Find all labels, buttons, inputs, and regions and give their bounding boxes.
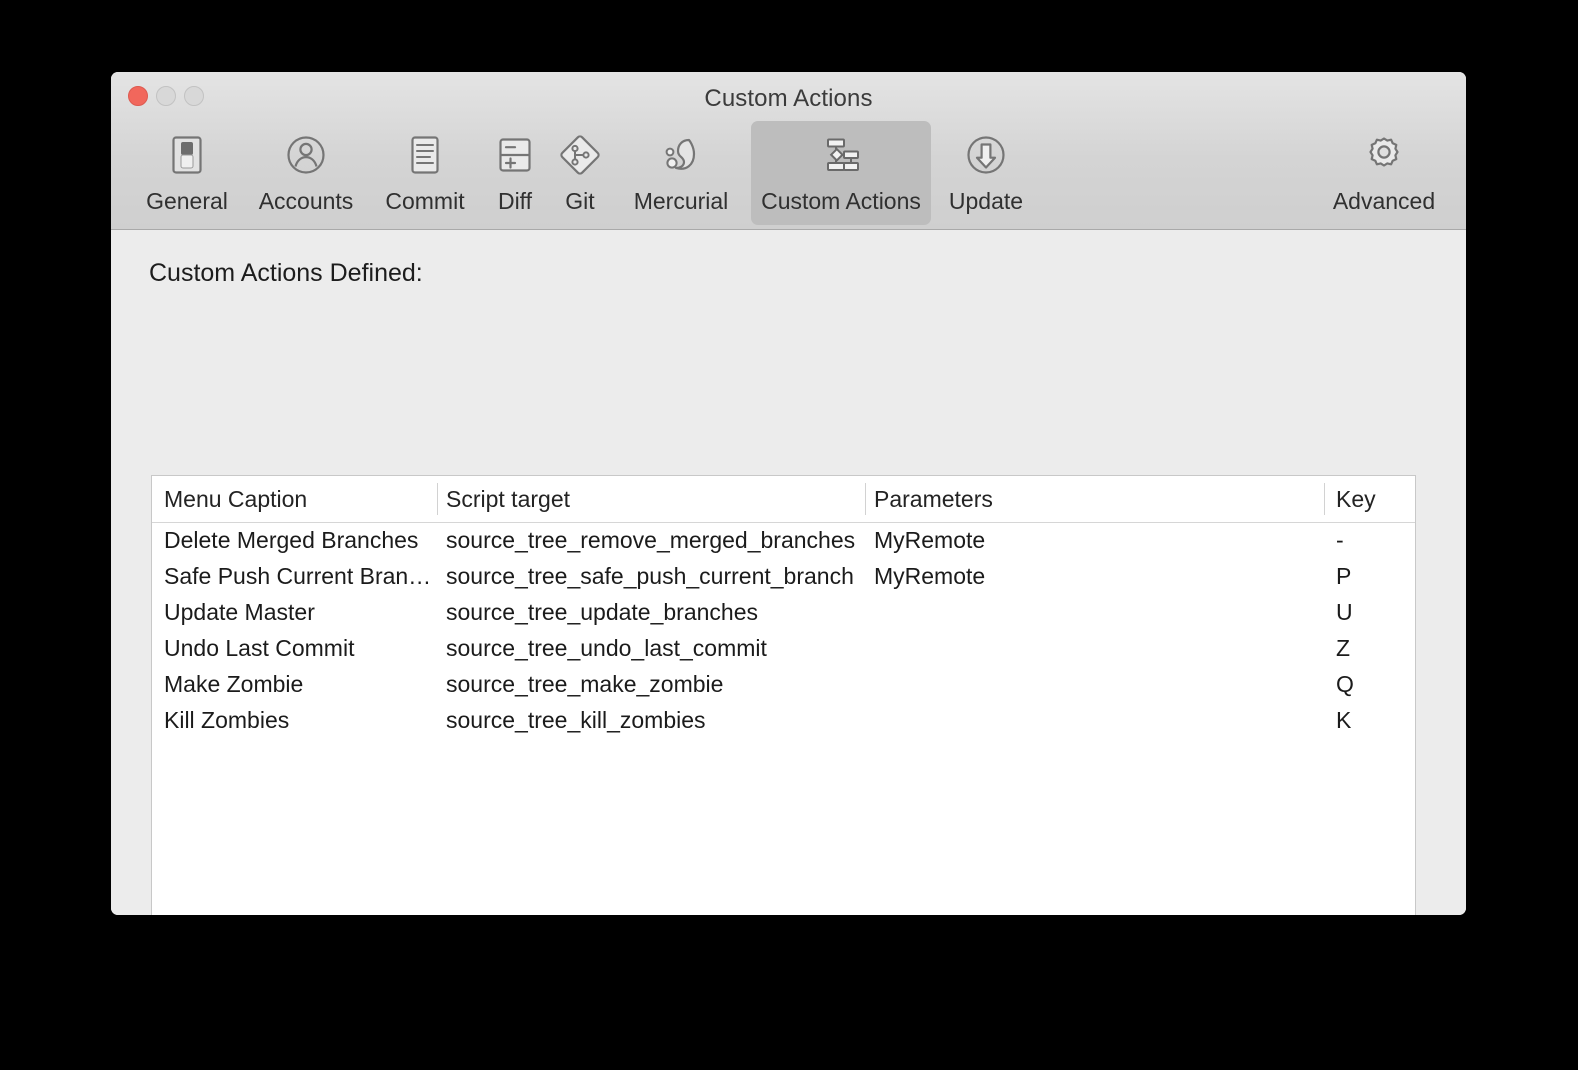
cell-script-target: source_tree_update_branches (446, 599, 759, 625)
document-lines-icon (403, 130, 447, 180)
tab-update[interactable]: Update (931, 121, 1041, 225)
toggle-switch-icon (165, 130, 209, 180)
cell-key: Q (1336, 671, 1354, 697)
cell-key: U (1336, 599, 1353, 625)
tab-label: Git (565, 188, 595, 214)
cell-script-target: source_tree_make_zombie (446, 671, 724, 697)
column-header-key[interactable]: Key (1336, 486, 1376, 513)
table-row[interactable]: Update Master source_tree_update_branche… (152, 595, 1415, 631)
tab-label: Mercurial (633, 188, 729, 214)
download-circle-icon (963, 130, 1009, 180)
table-row[interactable]: Make Zombie source_tree_make_zombie Q (152, 667, 1415, 703)
cell-key: P (1336, 563, 1352, 589)
cell-script-target: source_tree_undo_last_commit (446, 635, 767, 661)
custom-actions-defined-label: Custom Actions Defined: (149, 259, 423, 287)
tab-general[interactable]: General (131, 121, 243, 225)
tab-diff[interactable]: Diff (481, 121, 549, 225)
node-graph-icon (817, 130, 865, 180)
preferences-window: Custom Actions General Accounts Commit D… (111, 72, 1466, 915)
tab-label: Commit (385, 188, 465, 214)
cell-menu-caption: Safe Push Current Bran… (164, 563, 432, 589)
cell-script-target: source_tree_remove_merged_branches (446, 527, 856, 553)
tab-label: Advanced (1332, 188, 1436, 214)
cell-menu-caption: Undo Last Commit (164, 635, 355, 661)
gear-icon (1361, 130, 1407, 180)
column-divider[interactable] (865, 483, 866, 515)
tab-commit[interactable]: Commit (369, 121, 481, 225)
window-title: Custom Actions (704, 85, 873, 112)
column-header-parameters[interactable]: Parameters (874, 486, 993, 513)
cell-script-target: source_tree_safe_push_current_branch (446, 563, 854, 589)
table-row[interactable]: Undo Last Commit source_tree_undo_last_c… (152, 631, 1415, 667)
table-body: Delete Merged Branches source_tree_remov… (152, 523, 1415, 739)
column-divider[interactable] (437, 483, 438, 515)
toolbar-tab-bar: General Accounts Commit Diff Git Mercuri… (121, 118, 1456, 226)
mercury-droplet-icon (657, 130, 705, 180)
tab-custom-actions[interactable]: Custom Actions (751, 121, 931, 225)
tab-mercurial[interactable]: Mercurial (611, 121, 751, 225)
tab-label: Accounts (258, 188, 354, 214)
cell-menu-caption: Kill Zombies (164, 707, 290, 733)
cell-menu-caption: Update Master (164, 599, 315, 625)
tab-accounts[interactable]: Accounts (243, 121, 369, 225)
cell-menu-caption: Make Zombie (164, 671, 304, 697)
cell-script-target: source_tree_kill_zombies (446, 707, 706, 733)
cell-key: - (1336, 527, 1344, 553)
diff-plus-minus-icon (492, 130, 538, 180)
window-chrome: Custom Actions General Accounts Commit D… (111, 72, 1466, 230)
cell-parameters: MyRemote (874, 563, 986, 589)
custom-actions-table[interactable]: Menu Caption Script target Parameters Ke… (151, 475, 1416, 915)
cell-key: K (1336, 707, 1352, 733)
column-header-script-target[interactable]: Script target (446, 486, 570, 513)
tab-label: Diff (497, 188, 533, 214)
cell-key: Z (1336, 635, 1351, 661)
table-row[interactable]: Delete Merged Branches source_tree_remov… (152, 523, 1415, 559)
cell-menu-caption: Delete Merged Branches (164, 527, 419, 553)
git-diamond-icon (556, 130, 604, 180)
cell-parameters: MyRemote (874, 527, 986, 553)
settings-content-pane: Custom Actions Defined: Menu Caption Scr… (111, 230, 1466, 915)
tab-advanced[interactable]: Advanced (1318, 121, 1450, 225)
table-row[interactable]: Kill Zombies source_tree_kill_zombies K (152, 703, 1415, 739)
column-header-menu-caption[interactable]: Menu Caption (164, 486, 307, 513)
person-circle-icon (283, 130, 329, 180)
tab-label: General (146, 188, 228, 214)
table-row[interactable]: Safe Push Current Bran… source_tree_safe… (152, 559, 1415, 595)
tab-label: Update (948, 188, 1024, 214)
tab-git[interactable]: Git (549, 121, 611, 225)
column-divider[interactable] (1324, 483, 1325, 515)
table-header-row: Menu Caption Script target Parameters Ke… (152, 476, 1415, 523)
tab-label: Custom Actions (761, 188, 921, 214)
